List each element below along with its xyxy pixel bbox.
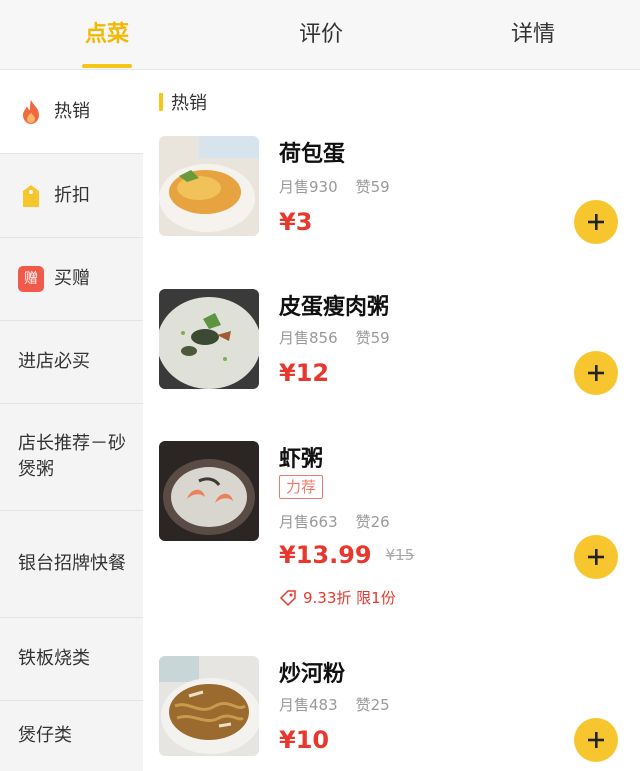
monthly-sales: 月售856 [279, 329, 338, 347]
dish-name: 荷包蛋 [279, 142, 346, 167]
monthly-sales: 月售663 [279, 513, 338, 531]
sidebar-item-label: 买赠 [54, 268, 90, 289]
tab-order[interactable]: 点菜 [47, 0, 167, 70]
dish-name: 炒河粉 [279, 662, 346, 687]
discount-tag-icon [279, 589, 296, 606]
sidebar-item-label: 热销 [54, 101, 90, 122]
dish-item[interactable]: 荷包蛋 月售930 赞59 ¥3 [159, 136, 629, 246]
price-tag-icon [18, 183, 44, 209]
monthly-sales: 月售483 [279, 696, 338, 714]
gift-badge-icon: 赠 [18, 266, 44, 292]
top-tab-bar: 点菜 评价 详情 [0, 0, 640, 70]
dish-price: ¥10 [279, 726, 330, 754]
dish-name: 皮蛋瘦肉粥 [279, 295, 390, 320]
plus-icon [588, 549, 604, 565]
sidebar-item-label: 银台招牌快餐 [18, 553, 126, 574]
dish-photo-century-egg-congee [159, 289, 259, 389]
category-sidebar: 热销 折扣 赠 买赠 进店必买 店长推荐－砂煲粥 银台招牌快餐 铁板烧类 煲仔类 [0, 71, 143, 771]
dish-item[interactable]: 炒河粉 月售483 赞25 ¥10 [159, 656, 629, 766]
likes-count: 赞59 [355, 178, 390, 196]
dish-photo-fried-egg [159, 136, 259, 236]
sidebar-item-label: 进店必买 [18, 351, 90, 372]
discount-info: 9.33折 限1份 [279, 587, 396, 608]
sidebar-item-signature-fast-food[interactable]: 银台招牌快餐 [0, 511, 143, 618]
sidebar-item-manager-recommend[interactable]: 店长推荐－砂煲粥 [0, 404, 143, 511]
sidebar-item-hot-sales[interactable]: 热销 [0, 71, 143, 154]
dish-price-row: ¥13.99 ¥15 [279, 541, 414, 569]
sidebar-item-label: 煲仔类 [18, 725, 72, 746]
flame-icon [18, 99, 44, 125]
sidebar-item-discount[interactable]: 折扣 [0, 154, 143, 238]
dish-price: ¥12 [279, 359, 330, 387]
monthly-sales: 月售930 [279, 178, 338, 196]
add-to-cart-button[interactable] [574, 200, 618, 244]
plus-icon [588, 365, 604, 381]
dish-price: ¥13.99 [279, 541, 372, 569]
dish-stats: 月售663 赞26 [279, 511, 408, 532]
section-title: 热销 [171, 93, 207, 114]
sidebar-item-claypot[interactable]: 煲仔类 [0, 701, 143, 771]
section-header: 热销 [159, 91, 207, 114]
dish-photo-shrimp-congee [159, 441, 259, 541]
dish-name: 虾粥 [279, 447, 324, 472]
dish-stats: 月售930 赞59 [279, 176, 408, 197]
sidebar-item-must-buy[interactable]: 进店必买 [0, 321, 143, 404]
likes-count: 赞59 [355, 329, 390, 347]
likes-count: 赞26 [355, 513, 390, 531]
section-accent-bar [159, 93, 163, 111]
menu-list: 热销 荷包蛋 月售930 赞59 ¥3 皮蛋瘦肉粥 月售856 赞59 ¥12 … [143, 71, 640, 771]
sidebar-item-label: 折扣 [54, 184, 90, 206]
tab-details[interactable]: 详情 [473, 0, 593, 70]
add-to-cart-button[interactable] [574, 718, 618, 762]
discount-text: 9.33折 限1份 [303, 589, 396, 607]
add-to-cart-button[interactable] [574, 351, 618, 395]
likes-count: 赞25 [355, 696, 390, 714]
sidebar-item-label: 店长推荐－砂煲粥 [18, 433, 126, 480]
recommend-tag: 力荐 [279, 475, 324, 499]
plus-icon [588, 214, 604, 230]
add-to-cart-button[interactable] [574, 535, 618, 579]
dish-stats: 月售856 赞59 [279, 327, 408, 348]
original-price: ¥15 [385, 546, 415, 564]
sidebar-item-label: 铁板烧类 [18, 648, 90, 669]
dish-item[interactable]: 虾粥 力荐 月售663 赞26 ¥13.99 ¥15 9.33折 限1份 [159, 441, 629, 611]
sidebar-item-buy-gift[interactable]: 赠 买赠 [0, 238, 143, 321]
dish-stats: 月售483 赞25 [279, 694, 408, 715]
dish-photo-fried-rice-noodles [159, 656, 259, 756]
dish-price: ¥3 [279, 208, 313, 236]
tab-reviews[interactable]: 评价 [261, 0, 381, 70]
sidebar-item-teppanyaki[interactable]: 铁板烧类 [0, 618, 143, 701]
plus-icon [588, 732, 604, 748]
dish-item[interactable]: 皮蛋瘦肉粥 月售856 赞59 ¥12 [159, 289, 629, 399]
active-tab-indicator [82, 64, 132, 68]
